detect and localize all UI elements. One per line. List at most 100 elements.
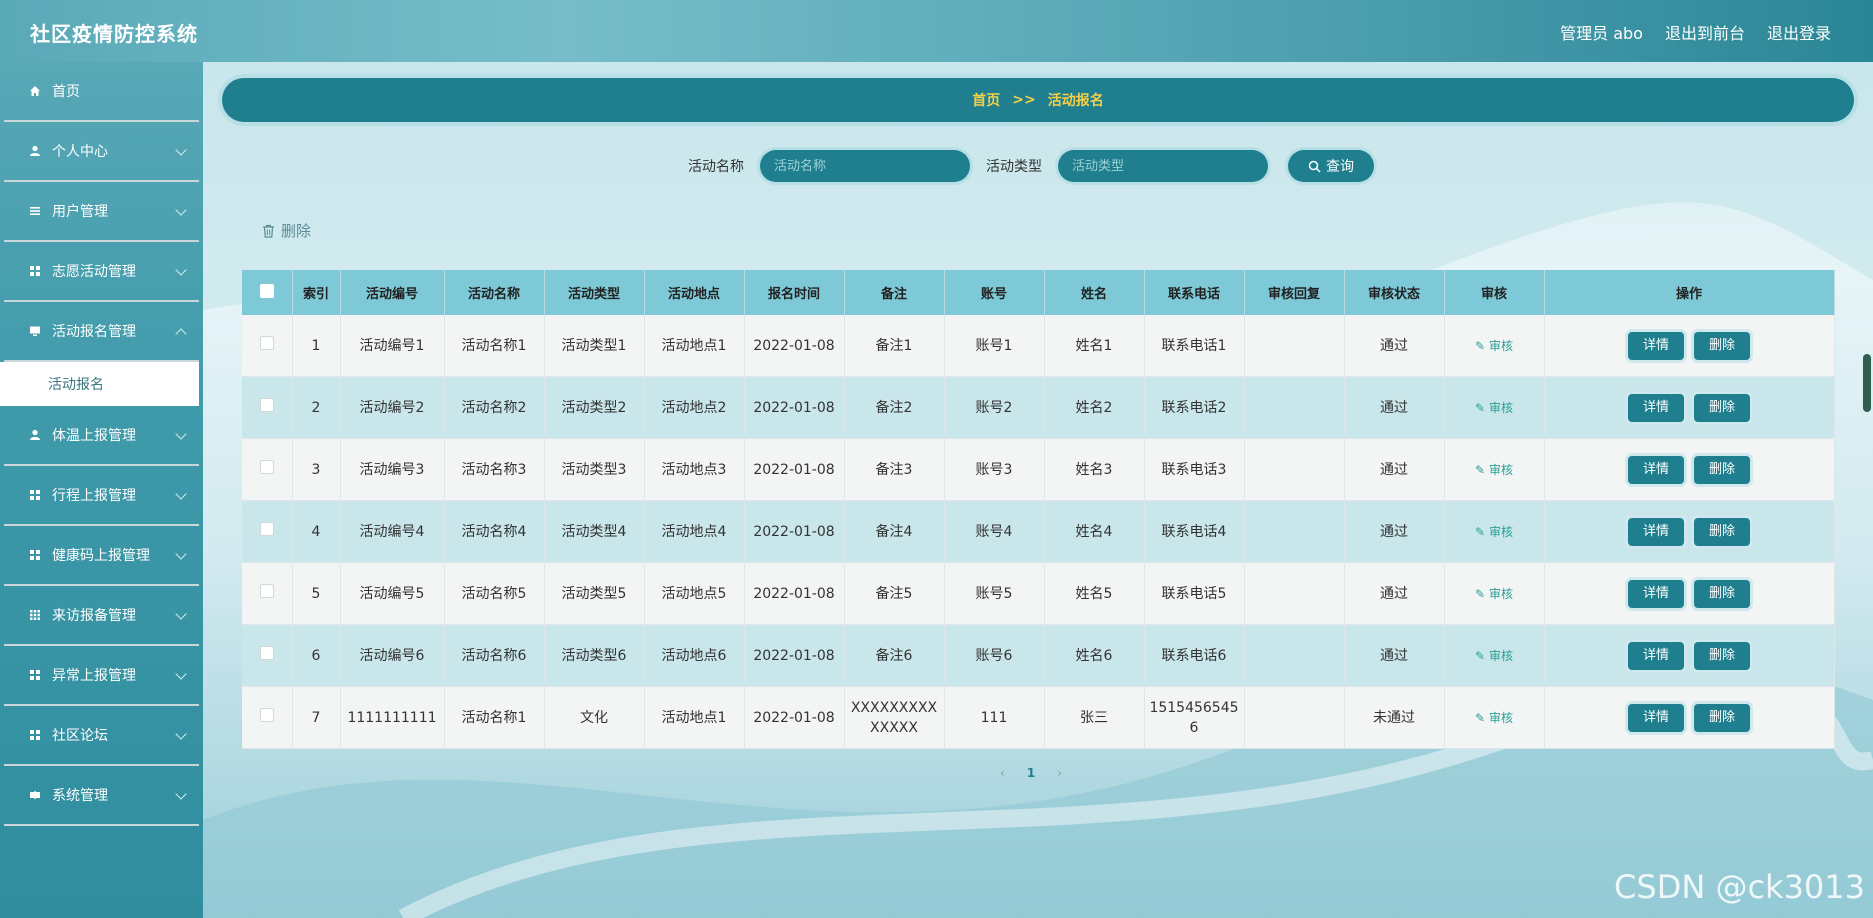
table-cell: 通过: [1344, 438, 1445, 501]
audit-link[interactable]: ✎ 审核: [1475, 339, 1513, 353]
detail-button[interactable]: 详情: [1628, 579, 1684, 608]
column-header[interactable]: 报名时间: [744, 270, 845, 315]
table-cell: 备注1: [844, 315, 945, 377]
audit-link[interactable]: ✎ 审核: [1475, 463, 1513, 477]
column-header[interactable]: 账号: [944, 270, 1045, 315]
delete-button[interactable]: 删除: [1694, 703, 1750, 732]
table-row[interactable]: 4 活动编号4 活动名称4 活动类型4 活动地点4 2022-01-08 备注4 账号4 姓名4…: [242, 500, 1835, 563]
sidebar-item-visitor[interactable]: 来访报备管理: [4, 586, 199, 646]
delete-button[interactable]: 删除: [1694, 517, 1750, 546]
scrollbar[interactable]: [1863, 354, 1871, 412]
query-button[interactable]: 查询: [1288, 150, 1374, 182]
activity-type-input[interactable]: [1058, 150, 1268, 182]
edit-icon: ✎: [1475, 648, 1486, 663]
batch-delete-button[interactable]: 删除: [262, 220, 311, 241]
delete-button[interactable]: 删除: [1694, 641, 1750, 670]
row-checkbox[interactable]: [259, 707, 274, 722]
column-header[interactable]: 活动类型: [544, 270, 645, 315]
sidebar-item-users[interactable]: 用户管理: [4, 182, 199, 242]
sidebar-subitem-signup[interactable]: 活动报名: [0, 362, 199, 406]
table-cell: 姓名6: [1044, 624, 1145, 687]
table-cell: 账号3: [944, 438, 1045, 501]
column-header[interactable]: 备注: [844, 270, 945, 315]
column-header[interactable]: 联系电话: [1144, 270, 1245, 315]
table-row[interactable]: 7 1111111111 活动名称1 文化 活动地点1 2022-01-08 XXXXXXX…: [242, 686, 1835, 749]
table-row[interactable]: 6 活动编号6 活动名称6 活动类型6 活动地点6 2022-01-08 备注6 账号6 姓名6…: [242, 624, 1835, 687]
detail-button[interactable]: 详情: [1628, 517, 1684, 546]
table-cell: 姓名2: [1044, 376, 1145, 439]
table-cell: 联系电话6: [1144, 624, 1245, 687]
delete-button[interactable]: 删除: [1694, 579, 1750, 608]
column-header[interactable]: 姓名: [1044, 270, 1145, 315]
sidebar-item-anomaly[interactable]: 异常上报管理: [4, 646, 199, 706]
detail-button[interactable]: 详情: [1628, 703, 1684, 732]
detail-button[interactable]: 详情: [1628, 331, 1684, 360]
column-header[interactable]: 索引: [292, 270, 341, 315]
detail-button[interactable]: 详情: [1628, 641, 1684, 670]
breadcrumb-home[interactable]: 首页: [972, 90, 1000, 110]
audit-link[interactable]: ✎ 审核: [1475, 711, 1513, 725]
chevron-down-icon: [175, 548, 187, 560]
activity-name-input[interactable]: [760, 150, 970, 182]
audit-link[interactable]: ✎ 审核: [1475, 525, 1513, 539]
table-cell: 111: [944, 686, 1045, 749]
audit-link[interactable]: ✎ 审核: [1475, 401, 1513, 415]
signup-table: 索引 活动编号 活动名称 活动类型 活动地点 报名时间 备注 账号 姓名 联系电…: [242, 270, 1835, 749]
row-checkbox[interactable]: [259, 645, 274, 660]
table-cell: 未通过: [1344, 686, 1445, 749]
delete-button[interactable]: 删除: [1694, 393, 1750, 422]
sidebar-item-temperature[interactable]: 体温上报管理: [4, 406, 199, 466]
table-row[interactable]: 3 活动编号3 活动名称3 活动类型3 活动地点3 2022-01-08 备注3 账号3 姓名3…: [242, 438, 1835, 501]
table-cell: 账号5: [944, 562, 1045, 625]
apps-icon: [28, 608, 42, 622]
table-cell: 活动编号5: [340, 562, 445, 625]
column-header[interactable]: 活动地点: [644, 270, 745, 315]
detail-button[interactable]: 详情: [1628, 455, 1684, 484]
delete-button[interactable]: 删除: [1694, 455, 1750, 484]
audit-link[interactable]: ✎ 审核: [1475, 587, 1513, 601]
prev-page-button[interactable]: ‹: [1000, 766, 1005, 780]
audit-link[interactable]: ✎ 审核: [1475, 649, 1513, 663]
row-checkbox[interactable]: [259, 397, 274, 412]
delete-button[interactable]: 删除: [1694, 331, 1750, 360]
table-cell: 联系电话2: [1144, 376, 1245, 439]
table-cell: 账号1: [944, 315, 1045, 377]
column-header[interactable]: 审核状态: [1344, 270, 1445, 315]
row-checkbox[interactable]: [259, 335, 274, 350]
column-header[interactable]: 活动编号: [340, 270, 445, 315]
table-cell: 2022-01-08: [744, 562, 845, 625]
sidebar-item-healthcode[interactable]: 健康码上报管理: [4, 526, 199, 586]
sidebar-item-system[interactable]: 系统管理: [4, 766, 199, 826]
sidebar-item-forum[interactable]: 社区论坛: [4, 706, 199, 766]
row-checkbox[interactable]: [259, 521, 274, 536]
chevron-down-icon: [175, 144, 187, 156]
logout-link[interactable]: 退出登录: [1767, 20, 1831, 44]
detail-button[interactable]: 详情: [1628, 393, 1684, 422]
audit-link-label: 审核: [1488, 524, 1513, 539]
next-page-button[interactable]: ›: [1057, 766, 1062, 780]
back-to-front-link[interactable]: 退出到前台: [1665, 20, 1745, 44]
column-header[interactable]: 审核回复: [1244, 270, 1345, 315]
current-user[interactable]: 管理员 abo: [1560, 20, 1643, 44]
edit-icon: ✎: [1475, 400, 1486, 415]
table-row[interactable]: 1 活动编号1 活动名称1 活动类型1 活动地点1 2022-01-08 备注1 账号1 姓名1…: [242, 315, 1835, 377]
row-checkbox[interactable]: [259, 583, 274, 598]
table-cell: [1244, 562, 1345, 625]
table-cell: XXXXXXXXXXXXXX: [844, 686, 945, 749]
row-select-cell: [242, 376, 293, 439]
select-all-checkbox[interactable]: [259, 283, 274, 298]
table-row[interactable]: 2 活动编号2 活动名称2 活动类型2 活动地点2 2022-01-08 备注2 账号2 姓名2…: [242, 376, 1835, 439]
sidebar-item-personal[interactable]: 个人中心: [4, 122, 199, 182]
page-number[interactable]: 1: [1027, 766, 1035, 780]
sidebar-item-itinerary[interactable]: 行程上报管理: [4, 466, 199, 526]
table-cell: 活动名称3: [444, 438, 545, 501]
sidebar-item-volunteer[interactable]: 志愿活动管理: [4, 242, 199, 302]
sidebar-item-home[interactable]: 首页: [4, 62, 199, 122]
table-cell: 7: [292, 686, 341, 749]
table-row[interactable]: 5 活动编号5 活动名称5 活动类型5 活动地点5 2022-01-08 备注5 账号5 姓名5…: [242, 562, 1835, 625]
row-checkbox[interactable]: [259, 459, 274, 474]
table-cell: 活动地点1: [644, 315, 745, 377]
column-header[interactable]: 活动名称: [444, 270, 545, 315]
sidebar-item-signup[interactable]: 活动报名管理: [4, 302, 199, 362]
table-cell: 张三: [1044, 686, 1145, 749]
